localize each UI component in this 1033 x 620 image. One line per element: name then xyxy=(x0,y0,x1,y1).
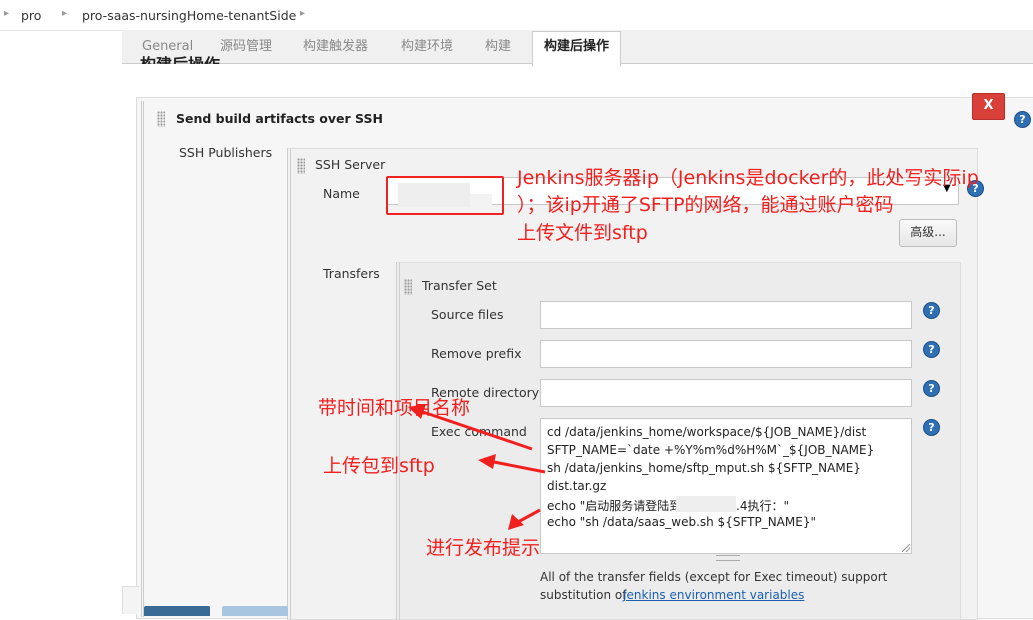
arrow-to-upload-line xyxy=(478,454,546,474)
arrow-to-echo-line xyxy=(508,508,541,530)
arrow-to-date-line xyxy=(408,404,533,451)
annotation-arrows xyxy=(408,404,546,530)
